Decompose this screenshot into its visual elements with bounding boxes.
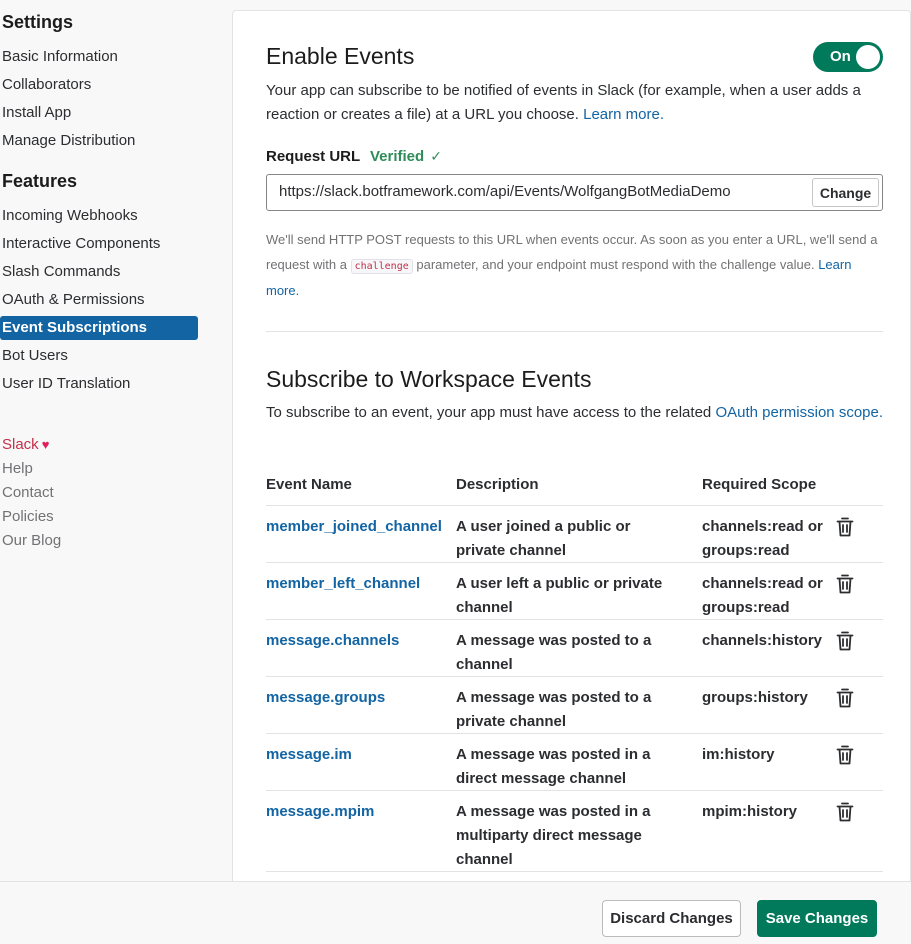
contact-link[interactable]: Contact [2, 484, 54, 501]
help-text-2: parameter, and your endpoint must respon… [416, 256, 815, 272]
sidebar-item-event-subscriptions[interactable]: Event Subscriptions [0, 316, 198, 340]
table-header-divider [266, 505, 883, 506]
event-scope: channels:read or groups:read [702, 518, 823, 559]
change-url-button[interactable]: Change [812, 178, 879, 207]
sidebar-item-install-app[interactable]: Install App [0, 101, 198, 125]
event-description: A message was posted in a multiparty dir… [456, 803, 651, 868]
trash-icon[interactable] [836, 688, 854, 708]
row-divider [266, 733, 883, 734]
sidebar-item-bot-users[interactable]: Bot Users [0, 344, 198, 368]
trash-icon[interactable] [836, 802, 854, 822]
event-scope: channels:history [702, 632, 823, 649]
sidebar-item-manage-distribution[interactable]: Manage Distribution [0, 129, 198, 153]
event-name-link[interactable]: message.groups [266, 686, 451, 710]
verified-label: Verified [370, 148, 425, 165]
sidebar-item-interactive-components[interactable]: Interactive Components [0, 232, 198, 256]
workspace-events-description: To subscribe to an event, your app must … [266, 401, 886, 425]
row-divider [266, 619, 883, 620]
checkmark-icon: ✓ [430, 148, 442, 164]
event-name-link[interactable]: message.channels [266, 629, 451, 653]
features-heading: Features [2, 171, 78, 191]
request-url-value: https://slack.botframework.com/api/Event… [279, 183, 731, 200]
event-name-link[interactable]: member_left_channel [266, 572, 451, 596]
enable-events-description-text: Your app can subscribe to be notified of… [266, 82, 861, 123]
trash-icon[interactable] [836, 517, 854, 537]
slack-link[interactable]: Slack ♥ [2, 436, 49, 453]
request-url-help: We'll send HTTP POST requests to this UR… [266, 228, 886, 304]
column-header-required-scope: Required Scope [702, 476, 817, 493]
enable-events-title: Enable Events [266, 43, 415, 69]
request-url-field[interactable]: https://slack.botframework.com/api/Event… [266, 174, 883, 211]
policies-link[interactable]: Policies [2, 508, 54, 525]
row-divider [266, 871, 883, 872]
enable-events-toggle[interactable]: On [813, 42, 883, 72]
event-scope: im:history [702, 746, 775, 763]
section-divider [266, 331, 883, 332]
main-panel: Enable Events On Your app can subscribe … [232, 10, 911, 944]
trash-icon[interactable] [836, 745, 854, 765]
event-description: A user left a public or private channel [456, 575, 663, 616]
enable-events-description: Your app can subscribe to be notified of… [266, 79, 886, 127]
event-description: A message was posted in a direct message… [456, 746, 651, 787]
sidebar-item-basic-information[interactable]: Basic Information [0, 45, 198, 69]
event-name-link[interactable]: message.im [266, 743, 451, 767]
sidebar-item-collaborators[interactable]: Collaborators [0, 73, 198, 97]
trash-icon[interactable] [836, 631, 854, 651]
footer-bar: Discard Changes Save Changes [0, 881, 911, 944]
slack-link-label: Slack [2, 436, 39, 453]
sidebar-item-incoming-webhooks[interactable]: Incoming Webhooks [0, 204, 198, 228]
event-scope: channels:read or groups:read [702, 575, 823, 616]
row-divider [266, 676, 883, 677]
column-header-description: Description [456, 476, 539, 493]
event-description: A user joined a public or private channe… [456, 518, 631, 559]
learn-more-link[interactable]: Learn more. [583, 106, 664, 123]
row-divider [266, 790, 883, 791]
discard-changes-button[interactable]: Discard Changes [602, 900, 741, 937]
event-name-link[interactable]: message.mpim [266, 800, 451, 824]
workspace-events-title: Subscribe to Workspace Events [266, 366, 592, 392]
column-header-event-name: Event Name [266, 476, 352, 493]
request-url-label: Request URL [266, 148, 361, 165]
toggle-knob [856, 45, 880, 69]
challenge-code: challenge [350, 258, 413, 274]
sidebar-item-user-id-translation[interactable]: User ID Translation [0, 372, 198, 396]
help-link[interactable]: Help [2, 460, 33, 477]
event-scope: mpim:history [702, 803, 798, 820]
heart-icon: ♥ [41, 437, 50, 452]
workspace-events-description-text: To subscribe to an event, your app must … [266, 404, 712, 421]
event-scope: groups:history [702, 689, 808, 706]
event-name-link[interactable]: member_joined_channel [266, 515, 451, 539]
trash-icon[interactable] [836, 574, 854, 594]
oauth-scope-link[interactable]: OAuth permission scope. [715, 404, 883, 421]
sidebar-item-oauth-permissions[interactable]: OAuth & Permissions [0, 288, 198, 312]
toggle-label: On [830, 48, 851, 65]
event-description: A message was posted to a private channe… [456, 689, 652, 730]
event-description: A message was posted to a channel [456, 632, 652, 673]
verified-status: Verified ✓ [370, 148, 442, 165]
row-divider [266, 562, 883, 563]
sidebar-item-slash-commands[interactable]: Slash Commands [0, 260, 198, 284]
save-changes-button[interactable]: Save Changes [757, 900, 877, 937]
settings-heading: Settings [2, 12, 74, 32]
sidebar: Settings Basic Information Collaborators… [0, 0, 232, 944]
our-blog-link[interactable]: Our Blog [2, 532, 61, 549]
